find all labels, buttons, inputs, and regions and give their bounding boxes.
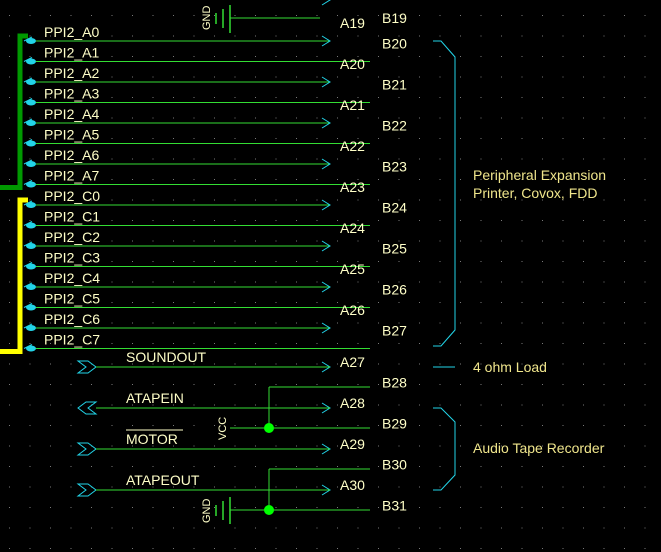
net-label-ppi2-a4: PPI2_A4 xyxy=(44,106,99,122)
pin-label-a21: A21 xyxy=(340,97,365,113)
pin-label-a23: A23 xyxy=(340,179,365,195)
net-label-ppi2-a3: PPI2_A3 xyxy=(44,86,99,102)
net-label-ppi2-c4: PPI2_C4 xyxy=(44,270,100,286)
net-label-ppi2-c6: PPI2_C6 xyxy=(44,311,100,327)
pin-label-b27: B27 xyxy=(382,323,407,339)
pin-label-a27: A27 xyxy=(340,354,365,370)
net-label-ppi2-a5: PPI2_A5 xyxy=(44,127,99,143)
net-label-ppi2-a1: PPI2_A1 xyxy=(44,45,99,61)
net-label-ppi2-a0: PPI2_A0 xyxy=(44,24,99,40)
pin-label-b30: B30 xyxy=(382,457,407,473)
net-dot-ppi2-c2 xyxy=(26,243,36,249)
pin-label-b21: B21 xyxy=(382,77,407,93)
motor-label: MOTOR xyxy=(126,431,178,447)
net-dot-ppi2-c4 xyxy=(26,284,36,290)
gnd-label-top: GND xyxy=(201,6,213,31)
pin-label-a28: A28 xyxy=(340,395,365,411)
net-dot-ppi2-a6 xyxy=(26,161,36,167)
pin-label-a24: A24 xyxy=(340,220,365,236)
pin-label-b19: B19 xyxy=(382,10,407,26)
net-dot-ppi2-c6 xyxy=(26,325,36,331)
pin-label-a22: A22 xyxy=(340,138,365,154)
net-dot-ppi2-a2 xyxy=(26,79,36,85)
net-label-ppi2-c0: PPI2_C0 xyxy=(44,188,100,204)
net-dot-ppi2-a0 xyxy=(26,38,36,44)
net-dot-ppi2-a4 xyxy=(26,120,36,126)
pin-label-a26: A26 xyxy=(340,302,365,318)
pin-label-b22: B22 xyxy=(382,118,407,134)
pin-label-a25: A25 xyxy=(340,261,365,277)
pin-label-b26: B26 xyxy=(382,282,407,298)
vcc-label: VCC xyxy=(217,417,229,440)
net-label-ppi2-c3: PPI2_C3 xyxy=(44,250,100,266)
net-dot-ppi2-a7 xyxy=(26,181,36,188)
net-label-ppi2-a6: PPI2_A6 xyxy=(44,147,99,163)
pin-label-b24: B24 xyxy=(382,200,407,216)
pin-label-a30: A30 xyxy=(340,477,365,493)
pin-label-b23: B23 xyxy=(382,159,407,175)
net-dot-ppi2-c5 xyxy=(26,304,36,311)
pin-label-b28: B28 xyxy=(382,375,407,391)
net-dot-ppi2-c3 xyxy=(26,263,36,270)
net-dot-ppi2-c1 xyxy=(26,222,36,229)
pin-label-b25: B25 xyxy=(382,241,407,257)
net-dot-ppi2-c7 xyxy=(26,345,36,352)
note-tape: Audio Tape Recorder xyxy=(473,440,605,456)
net-label-ppi2-c1: PPI2_C1 xyxy=(44,209,100,225)
atapeout-label: ATAPEOUT xyxy=(126,472,200,488)
note-peripheral-2: Printer, Covox, FDD xyxy=(473,185,597,201)
pin-label-a19: A19 xyxy=(340,15,365,31)
net-label-ppi2-c7: PPI2_C7 xyxy=(44,332,100,348)
net-dot-ppi2-c0 xyxy=(26,202,36,208)
junction-vcc xyxy=(264,423,274,433)
net-dot-ppi2-a1 xyxy=(26,58,36,65)
schematic-canvas: PPI2_A0 PPI2_A1 PPI2_A2 PPI2_A3 PPI2_A4 PPI2_… xyxy=(0,0,661,552)
schematic-svg: PPI2_A0 PPI2_A1 PPI2_A2 PPI2_A3 PPI2_A4 PPI2_… xyxy=(0,0,661,552)
pin-label-a29: A29 xyxy=(340,436,365,452)
pin-label-b29: B29 xyxy=(382,416,407,432)
pin-label-b20: B20 xyxy=(382,36,407,52)
pin-label-b31: B31 xyxy=(382,498,407,514)
junction-gnd xyxy=(264,505,274,515)
gnd-label-bottom: GND xyxy=(201,499,213,524)
net-label-ppi2-a7: PPI2_A7 xyxy=(44,168,99,184)
note-peripheral-1: Peripheral Expansion xyxy=(473,167,606,183)
note-load: 4 ohm Load xyxy=(473,359,547,375)
net-dot-ppi2-a5 xyxy=(26,140,36,147)
net-dot-ppi2-a3 xyxy=(26,99,36,106)
net-label-ppi2-c5: PPI2_C5 xyxy=(44,291,100,307)
net-label-ppi2-c2: PPI2_C2 xyxy=(44,229,100,245)
soundout-label: SOUNDOUT xyxy=(126,349,207,365)
net-label-ppi2-a2: PPI2_A2 xyxy=(44,65,99,81)
atapein-label: ATAPEIN xyxy=(126,390,184,406)
pin-label-a20: A20 xyxy=(340,56,365,72)
